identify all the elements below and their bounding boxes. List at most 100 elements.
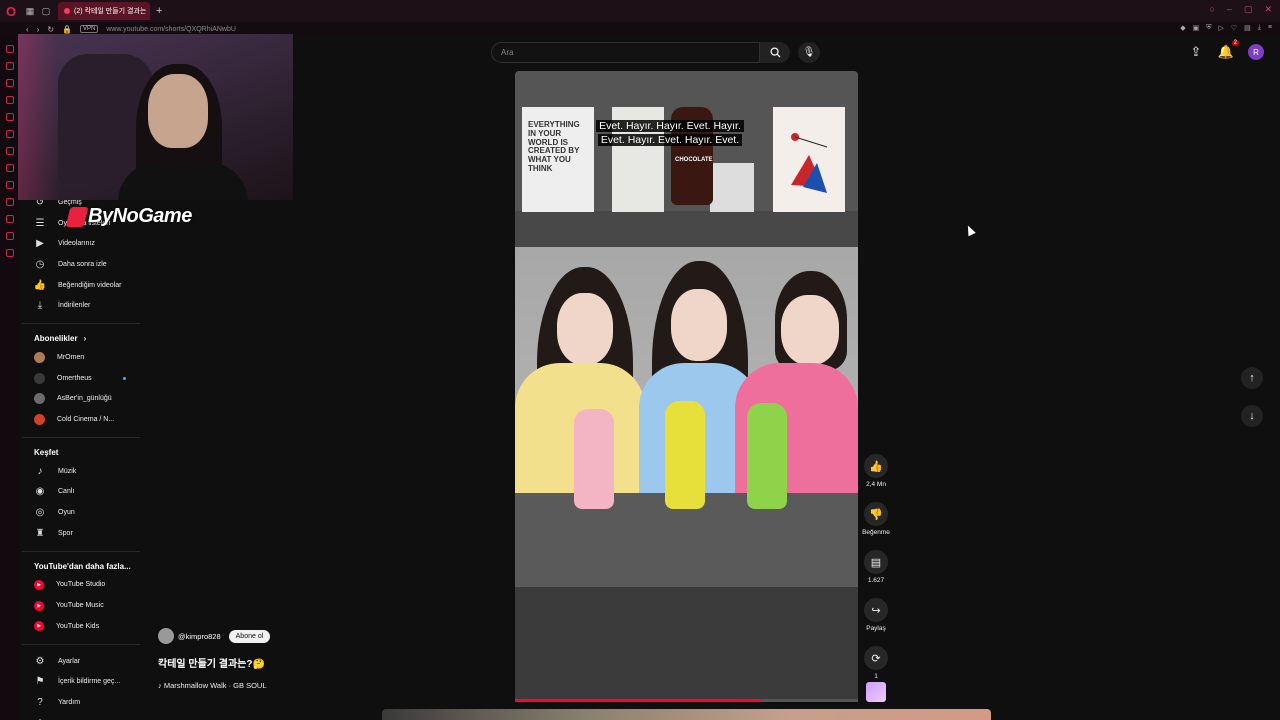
wallet-icon[interactable]: ▤ (1244, 24, 1251, 32)
explore-item[interactable]: ♜ Spor (22, 523, 140, 544)
heart-icon[interactable]: ♡ (1231, 24, 1237, 32)
comment-icon: ▤ (864, 550, 888, 574)
sidebar-app-icon[interactable] (6, 181, 14, 189)
subscription-item[interactable]: Cold Cinema / N... (22, 409, 140, 430)
next-short-button[interactable]: ↓ (1241, 405, 1263, 427)
sidebar-app-icon[interactable] (6, 164, 14, 172)
search-input[interactable]: Ara (491, 42, 760, 63)
voice-search-button[interactable]: 🎙 (798, 42, 820, 63)
notifications-icon[interactable]: 🔔 2 (1218, 40, 1239, 60)
subscription-item[interactable]: Omertheus (22, 368, 140, 389)
avatar[interactable]: R (1248, 44, 1264, 60)
sidebar-item-5[interactable]: ⤓ İndirilenler (22, 295, 140, 316)
youtube-app-item[interactable]: ▶ YouTube Kids (22, 616, 140, 637)
song-link[interactable]: ♪ Marshmallow Walk · GB SOUL (158, 681, 458, 690)
url-field[interactable]: www.youtube.com/shorts/QXQRhiANwbU (106, 26, 236, 33)
bookmark-icon[interactable]: ◆ (1180, 24, 1185, 32)
download-icon: ⤓ (37, 300, 43, 312)
like-button[interactable]: 👍 2,4 Mn (862, 454, 890, 488)
sidebar-item-label: Spor (58, 529, 73, 537)
sidebar-item-2[interactable]: ▶ Videolarınız (22, 233, 140, 254)
youtube-logo-icon: ▶ (34, 579, 44, 590)
channel-avatar (34, 351, 45, 363)
settings-list: ⚙ Ayarlar ⚑ İçerik bildirme geç...? Yardım !G… (22, 651, 140, 720)
share-button[interactable]: ↪ Paylaş (862, 598, 890, 632)
sidebar-app-icon[interactable] (6, 79, 14, 87)
downloads-icon[interactable]: ⤓ (1258, 24, 1261, 32)
mobile-art-poster (773, 107, 845, 212)
channel-avatar (34, 372, 45, 384)
search-button[interactable] (760, 42, 790, 63)
minimize-icon[interactable]: – (1227, 4, 1232, 15)
shield-icon[interactable]: ⛨ (1206, 24, 1211, 32)
settings-item[interactable]: ⚑ İçerik bildirme geç... (22, 671, 140, 692)
shorts-video-player[interactable]: EVERYTHING IN YOUR WORLD IS CREATED BY W… (515, 71, 858, 702)
green-bear-bottle (747, 403, 787, 509)
new-tab-button[interactable]: + (156, 5, 162, 17)
channel-name[interactable]: @kimpro828 (178, 632, 221, 641)
sidebar-app-icon[interactable] (6, 249, 14, 257)
remix-button[interactable]: ⟳ 1 (862, 646, 890, 680)
subscription-item[interactable]: AsBer'in_günlüğü (22, 389, 140, 410)
video-progress-bar[interactable] (515, 699, 858, 702)
video-title[interactable]: 칵테일 만들기 결과는?🤔 (158, 655, 458, 670)
sidebar-app-icon[interactable] (6, 45, 14, 53)
upload-icon[interactable]: ⇪ (1188, 44, 1204, 60)
channel-row: @kimpro828 Abone ol (158, 628, 458, 644)
reload-icon[interactable]: ↻ (47, 25, 54, 34)
pink-bear-bottle (574, 409, 614, 509)
extension-icons: ◆ ▣ ⛨ ▷ ♡ ▤ ⤓ ≡ (1180, 24, 1272, 32)
settings-item[interactable]: ? Yardım (22, 692, 140, 713)
explore-item[interactable]: ◎ Oyun (22, 502, 140, 523)
close-icon[interactable]: ✕ (1264, 4, 1272, 15)
dislike-button[interactable]: 👎 Beğenme (862, 502, 890, 536)
webcam-overlay (18, 34, 293, 200)
sidebar-item-label: İndirilenler (58, 302, 91, 310)
subscription-item[interactable]: MrOmen (22, 347, 140, 368)
back-icon[interactable]: ‹ (26, 25, 29, 34)
subscriptions-header[interactable]: Abonelikler › (22, 330, 140, 347)
header-actions: ⇪ 🔔 2 R (1188, 40, 1264, 60)
quote-poster: EVERYTHING IN YOUR WORLD IS CREATED BY W… (522, 107, 594, 212)
subscribe-button[interactable]: Abone ol (228, 629, 271, 643)
sidebar-app-icon[interactable] (6, 113, 14, 121)
menu-icon[interactable]: ≡ (1268, 24, 1272, 32)
opera-logo-icon[interactable]: O (0, 0, 22, 22)
player-icon[interactable]: ▷ (1219, 24, 1224, 32)
explore-item[interactable]: ◉ Canlı (22, 482, 140, 503)
active-tab[interactable]: (2) 칵테일 만들기 결과는 (58, 2, 150, 20)
youtube-app-item[interactable]: ▶ YouTube Music (22, 595, 140, 616)
live-icon: ◉ (35, 486, 45, 498)
workspace-icon[interactable]: ▢ (38, 0, 54, 22)
sidebar-app-icon[interactable] (6, 198, 14, 206)
person-face (781, 295, 839, 365)
sidebar-app-icon[interactable] (6, 147, 14, 155)
sidebar-app-icon[interactable] (6, 130, 14, 138)
search-tabs-icon[interactable]: ○ (1209, 4, 1214, 15)
settings-item[interactable]: !Geri bildirim gönder (22, 713, 140, 720)
sidebar-app-icon[interactable] (6, 232, 14, 240)
youtube-app-item[interactable]: ▶ YouTube Studio (22, 575, 140, 596)
sidebar-item-4[interactable]: 👍 Beğendiğim videolar (22, 275, 140, 296)
sidebar-app-icon[interactable] (6, 96, 14, 104)
divider (22, 323, 140, 325)
tab-grid-icon[interactable]: ▦ (22, 0, 38, 22)
settings-item[interactable]: ⚙ Ayarlar (22, 651, 140, 672)
mouse-cursor (964, 223, 976, 237)
lock-icon: 🔒 (62, 24, 73, 34)
sidebar-item-3[interactable]: ◷ Daha sonra izle (22, 254, 140, 275)
sidebar-app-icon[interactable] (6, 215, 14, 223)
channel-avatar[interactable] (158, 628, 174, 644)
explore-item[interactable]: ♪ Müzik (22, 461, 140, 482)
search-icon (769, 47, 781, 58)
previous-short-button[interactable]: ↑ (1241, 367, 1263, 389)
snapshot-icon[interactable]: ▣ (1193, 24, 1200, 32)
next-short-preview[interactable] (382, 709, 991, 720)
maximize-icon[interactable]: ▢ (1244, 4, 1253, 15)
sound-thumbnail[interactable] (866, 682, 886, 702)
vpn-badge[interactable]: VPN (80, 25, 99, 33)
sidebar-app-icon[interactable] (6, 62, 14, 70)
music-icon: ♪ (37, 465, 43, 477)
comments-button[interactable]: ▤ 1.627 (862, 550, 890, 584)
forward-icon[interactable]: › (37, 25, 40, 34)
